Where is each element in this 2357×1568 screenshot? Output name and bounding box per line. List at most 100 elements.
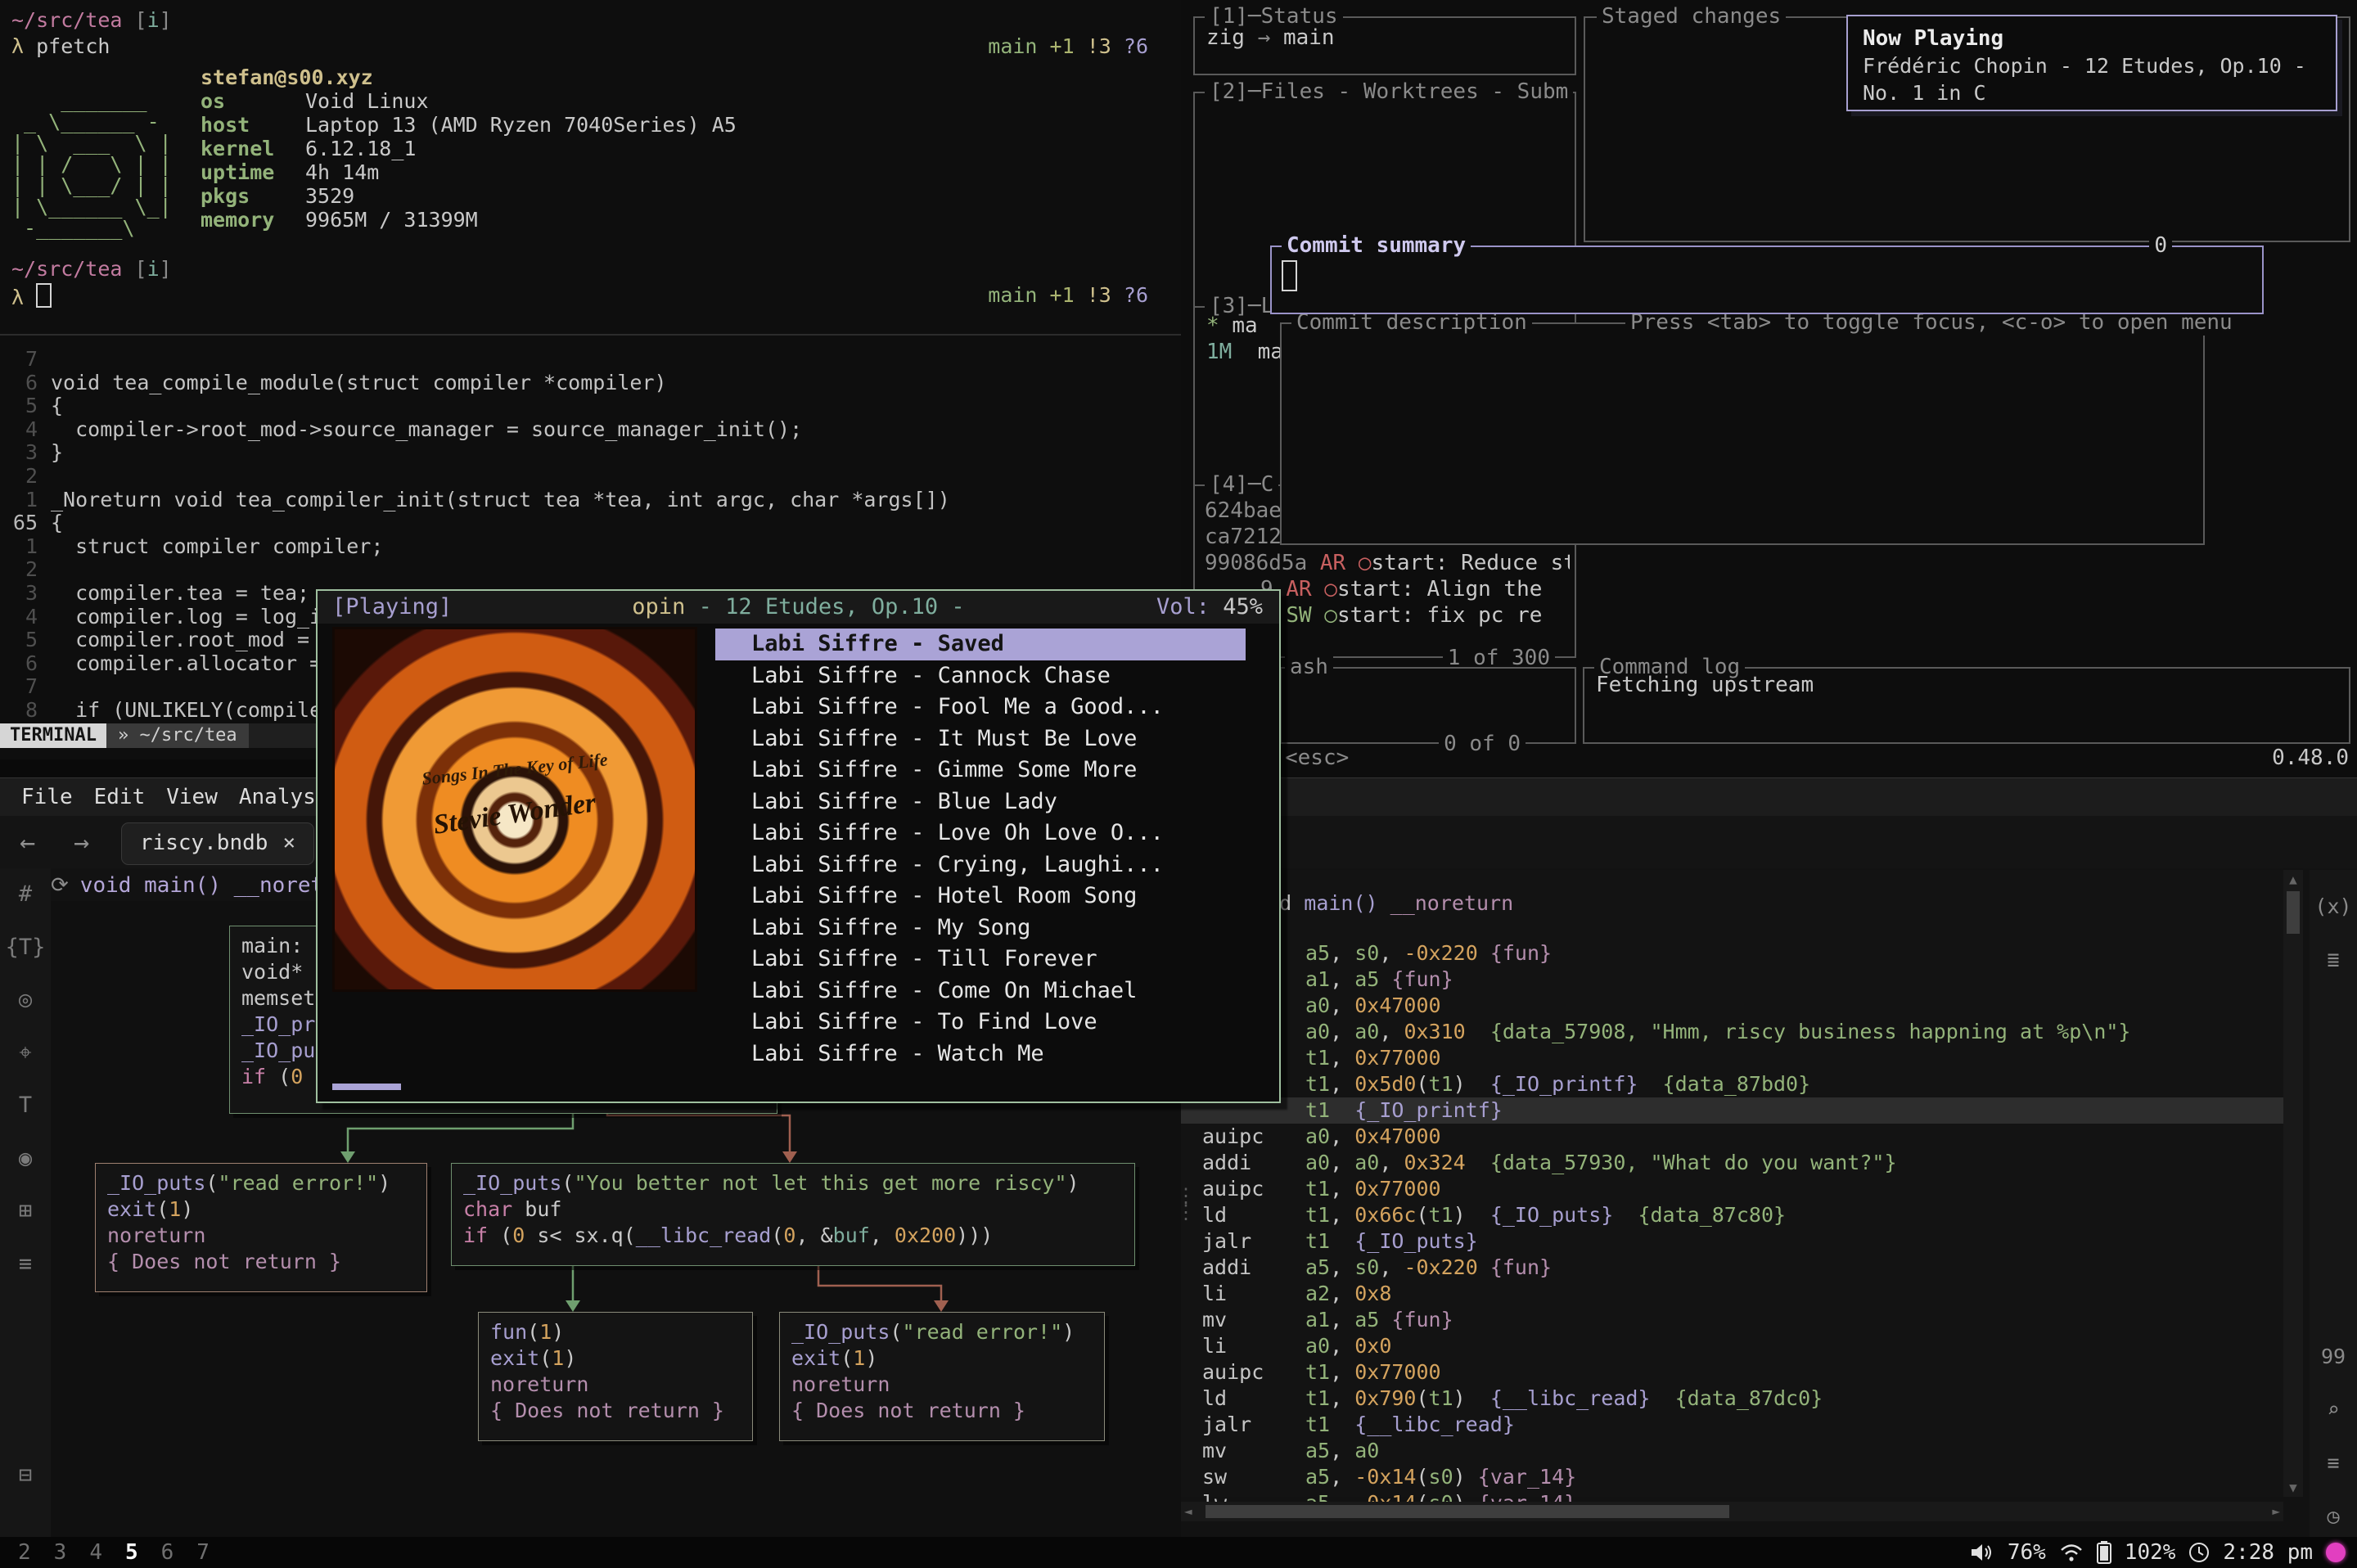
asm-row[interactable]: ldt1, 0x790(t1) {__libc_read} {data_87dc… <box>1181 1386 2283 1412</box>
workspace-tag[interactable]: 5 <box>125 1537 138 1568</box>
playlist-item[interactable]: Labi Siffre - Cannock Chase <box>715 660 1272 692</box>
console-icon[interactable]: ⊟ <box>0 1462 51 1488</box>
now-playing-notification[interactable]: Now Playing Frédéric Chopin - 12 Etudes,… <box>1846 15 2337 111</box>
progress-bar[interactable] <box>332 1084 401 1090</box>
gitui-stash-panel[interactable]: ash 0 of 0 <box>1280 667 1576 744</box>
asm-row[interactable]: lia0, 0x0 <box>1181 1333 2283 1359</box>
pane-splitter[interactable]: ⋮⋮ <box>1176 1187 1196 1220</box>
binja-sidebar-icon[interactable]: ⌖ <box>0 1027 51 1080</box>
workspace-tag[interactable]: 4 <box>89 1537 102 1568</box>
menu-item[interactable]: File <box>21 778 73 816</box>
gitui-log-row[interactable]: * ma <box>1206 313 1288 339</box>
asm-row[interactable]: auipca0, 0x47000 <box>1181 1124 2283 1150</box>
asm-row[interactable]: auipct1, 0x77000 <box>1181 1359 2283 1386</box>
commit-summary-cursor[interactable] <box>1282 260 1297 291</box>
music-player-window[interactable]: [Playing] opin - 12 Etudes, Op.10 - Vol:… <box>316 589 1281 1103</box>
workspace-tag[interactable]: 6 <box>161 1537 174 1568</box>
code-line[interactable]: 65{ <box>0 511 1181 534</box>
asm-row[interactable]: auipct1, 0x77000 <box>1181 1176 2283 1202</box>
asm-row[interactable]: a0, a0, 0x310 {data_57908, "Hmm, riscy b… <box>1181 1019 2283 1045</box>
vertical-scrollbar[interactable]: ▲ ▼ <box>2283 870 2303 1497</box>
playlist-item[interactable]: Labi Siffre - Fool Me a Good... <box>715 692 1272 723</box>
disassembly-pane[interactable]: void main() __noreturn a5, s0, -0x220 {f… <box>1181 870 2283 1497</box>
asm-row[interactable]: addia5, s0, -0x220 {fun} <box>1181 1255 2283 1281</box>
binja-sidebar-icon[interactable]: ◉ <box>0 1133 51 1186</box>
asm-row[interactable]: jalrt1 {_IO_puts} <box>1181 1228 2283 1255</box>
binja-right-icon[interactable]: (x) <box>2310 894 2357 918</box>
binja-right-icon[interactable]: ≡ <box>2310 1451 2357 1475</box>
playlist-item[interactable]: Labi Siffre - Love Oh Love O... <box>715 818 1272 849</box>
asm-listing[interactable]: a5, s0, -0x220 {fun} a1, a5 {fun} a0, 0x… <box>1181 940 2283 1516</box>
asm-row[interactable]: swa5, -0x14(s0) {var_14} <box>1181 1464 2283 1490</box>
asm-row[interactable]: a5, s0, -0x220 {fun} <box>1181 940 2283 966</box>
asm-row[interactable]: a1, a5 {fun} <box>1181 966 2283 993</box>
graph-node-fun[interactable]: fun(1)exit(1)noreturn{ Does not return } <box>478 1312 753 1441</box>
binja-right-icon[interactable]: ≣ <box>2310 948 2357 971</box>
binja-sidebar-icon[interactable]: {T} <box>0 921 51 975</box>
forward-icon[interactable]: → <box>74 816 89 868</box>
asm-row[interactable]: t1, 0x5d0(t1) {_IO_printf} {data_87bd0} <box>1181 1071 2283 1097</box>
asm-row[interactable]: t1 {_IO_printf} <box>1181 1097 2283 1124</box>
recording-indicator-icon[interactable] <box>2326 1543 2346 1562</box>
clock-icon[interactable] <box>2188 1542 2210 1563</box>
menu-item[interactable]: View <box>166 778 218 816</box>
playlist-item[interactable]: Labi Siffre - Watch Me <box>715 1039 1272 1070</box>
playlist-item[interactable]: Labi Siffre - Gimme Some More <box>715 755 1272 786</box>
playlist-item[interactable]: Labi Siffre - Crying, Laughi... <box>715 849 1272 881</box>
gitui-log-rows[interactable]: * ma1M ma <box>1206 313 1288 365</box>
binja-right-icon[interactable]: ⌕ <box>2310 1398 2357 1422</box>
playlist-item[interactable]: Labi Siffre - Till Forever <box>715 944 1272 975</box>
graph-node-read-error-2[interactable]: _IO_puts("read error!")exit(1)noreturn{ … <box>779 1312 1105 1441</box>
asm-row[interactable]: t1, 0x77000 <box>1181 1045 2283 1071</box>
graph-node-read-error-1[interactable]: _IO_puts("read error!")exit(1)noreturn{ … <box>95 1163 427 1292</box>
asm-row[interactable]: mva5, a0 <box>1181 1438 2283 1464</box>
back-icon[interactable]: ← <box>20 816 35 868</box>
wifi-icon[interactable] <box>2059 1543 2084 1562</box>
binja-sidebar-icon[interactable]: ≡ <box>0 1238 51 1291</box>
workspace-tag[interactable]: 7 <box>196 1537 210 1568</box>
binja-sidebar-icon[interactable]: ◎ <box>0 974 51 1027</box>
asm-row[interactable]: addia0, a0, 0x324 {data_57930, "What do … <box>1181 1150 2283 1176</box>
commit-summary-popup[interactable]: Commit summary 0 <box>1270 246 2264 314</box>
commit-description-popup[interactable]: Commit description Press <tab> to toggle… <box>1280 322 2205 545</box>
prompt-cursor-line[interactable]: λ <box>11 283 52 310</box>
tab-riscy-bndb[interactable]: riscy.bndb× <box>121 822 314 865</box>
playlist-item[interactable]: Labi Siffre - It Must Be Love <box>715 723 1272 755</box>
asm-row[interactable]: mva1, a5 {fun} <box>1181 1307 2283 1333</box>
code-line[interactable]: 2 <box>0 557 1181 581</box>
asm-row[interactable]: lia2, 0x8 <box>1181 1281 2283 1307</box>
vscroll-thumb[interactable] <box>2287 891 2300 934</box>
code-line[interactable]: 2 <box>0 464 1181 488</box>
code-line[interactable]: 1 struct compiler compiler; <box>0 534 1181 558</box>
binja-sidebar-icon[interactable]: T <box>0 1079 51 1133</box>
horizontal-scrollbar[interactable]: ◄ ► <box>1181 1502 2283 1521</box>
gitui-window[interactable]: [1]─Status zig → main Staged changes [2]… <box>1181 0 2357 777</box>
code-line[interactable]: 3} <box>0 440 1181 464</box>
pane-divider[interactable] <box>0 334 1181 336</box>
asm-row[interactable]: jalrt1 {__libc_read} <box>1181 1412 2283 1438</box>
refresh-icon[interactable]: ⟳ <box>51 873 69 898</box>
playlist-item[interactable]: Labi Siffre - Hotel Room Song <box>715 881 1272 912</box>
playlist-item[interactable]: Labi Siffre - Saved <box>715 629 1246 660</box>
playlist-item[interactable]: Labi Siffre - Blue Lady <box>715 786 1272 818</box>
binja-sidebar-icon[interactable]: ⊞ <box>0 1185 51 1238</box>
code-line[interactable]: 6void tea_compile_module(struct compiler… <box>0 371 1181 394</box>
playlist-item[interactable]: Labi Siffre - Come On Michael <box>715 975 1272 1007</box>
code-line[interactable]: 4 compiler->root_mod->source_manager = s… <box>0 417 1181 441</box>
code-line[interactable]: 5{ <box>0 394 1181 417</box>
playlist[interactable]: Labi Siffre - SavedLabi Siffre - Cannock… <box>715 629 1272 1070</box>
playlist-item[interactable]: Labi Siffre - To Find Love <box>715 1007 1272 1039</box>
playlist-item[interactable]: Labi Siffre - My Song <box>715 912 1272 944</box>
binja-sidebar-icon[interactable]: # <box>0 868 51 921</box>
workspace-tag[interactable]: 3 <box>54 1537 67 1568</box>
gitui-status-panel[interactable]: [1]─Status zig → main <box>1193 16 1576 75</box>
binja-right-icon[interactable]: 99 <box>2310 1345 2357 1368</box>
menu-item[interactable]: Edit <box>94 778 146 816</box>
gitui-log-row[interactable]: 1M ma <box>1206 339 1288 365</box>
hscroll-thumb[interactable] <box>1206 1505 1729 1518</box>
asm-row[interactable]: a0, 0x47000 <box>1181 993 2283 1019</box>
workspaces[interactable]: 234567 <box>18 1537 232 1568</box>
binja-right-icon[interactable]: ◷ <box>2310 1504 2357 1528</box>
battery-icon[interactable] <box>2097 1541 2111 1564</box>
code-line[interactable]: 1_Noreturn void tea_compiler_init(struct… <box>0 488 1181 511</box>
